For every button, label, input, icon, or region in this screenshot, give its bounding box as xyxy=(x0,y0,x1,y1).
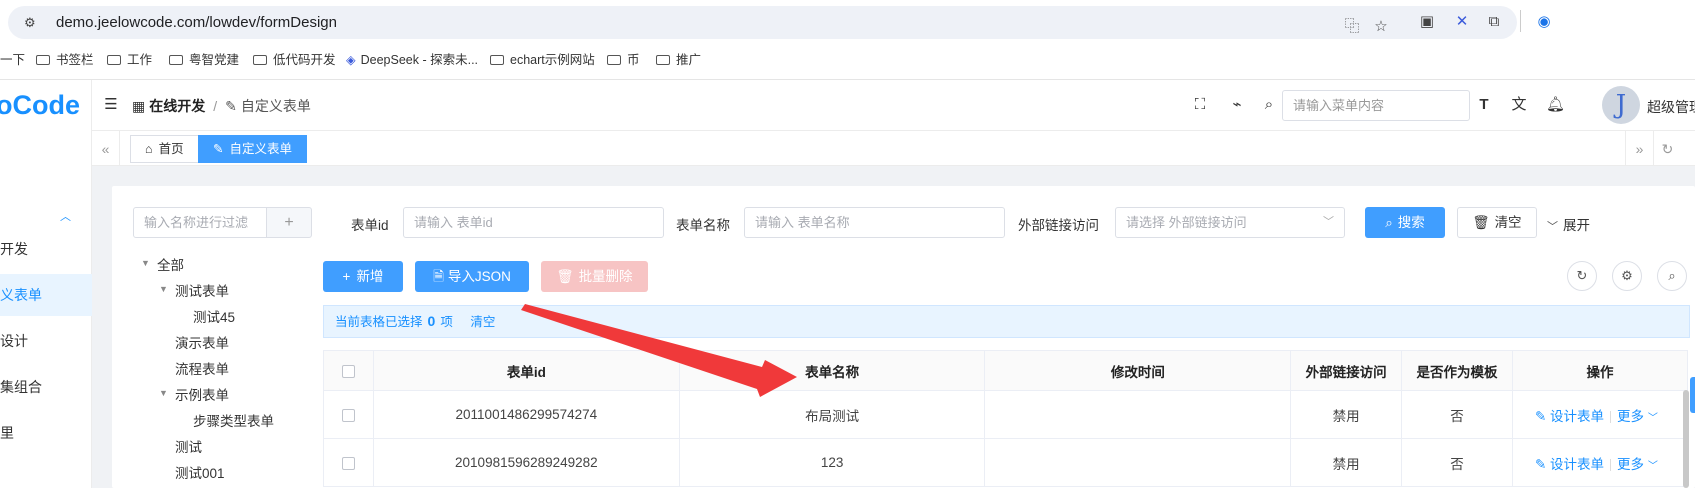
arrow-shape xyxy=(521,304,797,397)
annotation-arrow xyxy=(521,304,797,397)
